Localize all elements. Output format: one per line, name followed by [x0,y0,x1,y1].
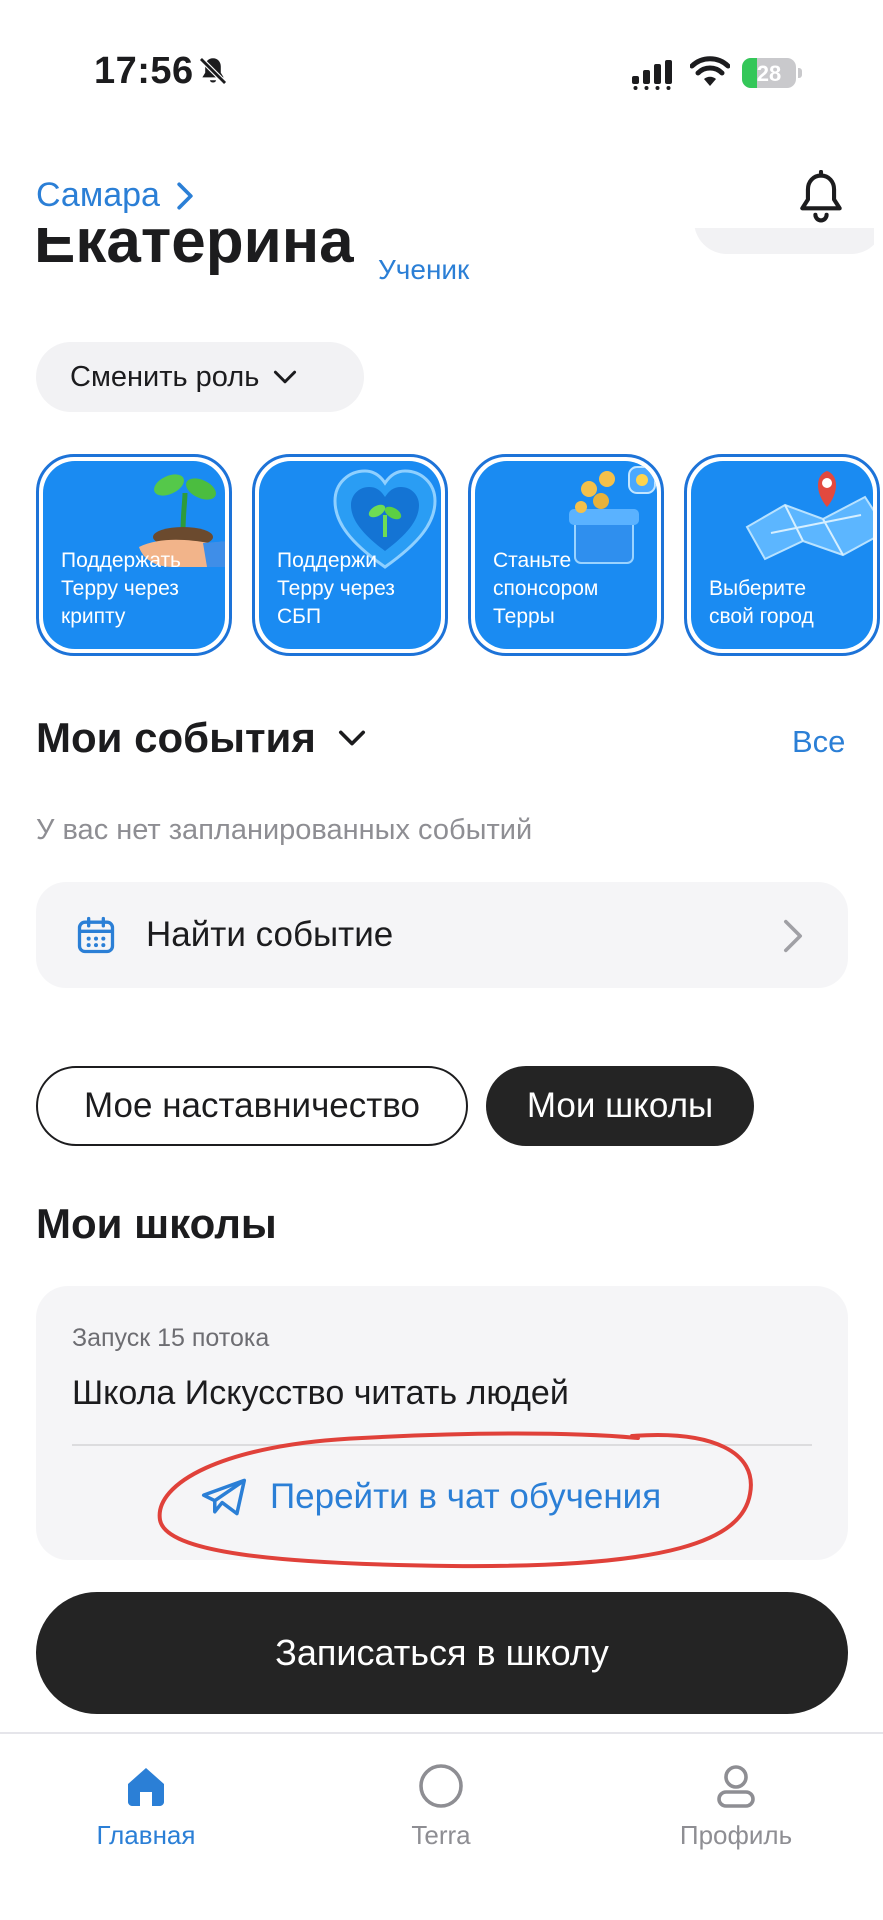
schools-section-title: Мои школы [36,1200,277,1247]
find-event-label: Найти событие [146,915,394,954]
find-event-button[interactable]: Найти событие [36,882,848,988]
promo-card-crypto[interactable]: Поддержать Терру через крипту [36,454,232,656]
promo-card-label: Станьте спонсором Терры [493,549,599,628]
school-name: Школа Искусство читать людей [72,1374,569,1412]
status-time: 17:56 [94,50,194,92]
tab-my-schools[interactable]: Мои школы [486,1066,754,1146]
chevron-down-icon [274,370,297,384]
promo-card-label: Поддержи Терру через СБП [277,549,395,628]
chevron-right-icon [784,919,802,953]
promo-cards-carousel[interactable]: Поддержать Терру через крипту Поддержи Т… [36,454,883,658]
promo-card-sbp[interactable]: Поддержи Терру через СБП [252,454,448,656]
switch-role-button[interactable]: Сменить роль [36,342,364,412]
notification-bell-icon[interactable] [794,170,848,226]
events-title-label: Мои события [36,714,316,761]
battery-percent: 28 [756,61,782,86]
cellular-signal-icon [632,60,672,90]
header-pill-partial [694,228,874,254]
promo-card-label: Поддержать Терру через крипту [61,549,182,628]
calendar-icon [77,916,115,954]
promo-card-label: Выберите свой город [709,577,814,628]
tab-terra-label: Terra [411,1820,471,1850]
school-stream-label: Запуск 15 потока [72,1324,270,1352]
go-to-chat-button[interactable]: Перейти в чат обучения [200,1476,661,1518]
go-to-chat-label: Перейти в чат обучения [270,1477,662,1516]
city-label: Самара [36,176,160,214]
tab-profile-label: Профиль [679,1820,793,1850]
promo-card-sponsor[interactable]: Станьте спонсором Терры [468,454,664,656]
tab-profile[interactable]: Профиль [636,1762,836,1851]
bottom-tab-bar: Главная Terra Профиль [0,1732,883,1920]
tab-terra[interactable]: Terra [341,1762,541,1851]
wifi-icon [690,56,730,86]
school-card[interactable]: Запуск 15 потока Школа Искусство читать … [36,1286,848,1560]
tab-mentoring[interactable]: Мое наставничество [36,1066,468,1146]
user-icon [717,1765,755,1808]
tab-home[interactable]: Главная [46,1762,246,1851]
switch-role-label: Сменить роль [70,360,260,393]
user-name: Екатерина [34,228,354,276]
bell-muted-icon [199,57,227,85]
promo-card-city[interactable]: Выберите свой город [684,454,880,656]
events-all-link[interactable]: Все [792,724,845,760]
user-role-badge: Ученик [378,254,470,285]
city-selector[interactable]: Самара [36,176,196,215]
map-pin-icon [745,471,873,561]
tab-home-label: Главная [96,1820,196,1850]
battery-indicator: 28 [742,58,802,88]
user-name-row: Екатерина Ученик [34,228,874,302]
circle-icon [419,1764,463,1808]
no-events-text: У вас нет запланированных событий [36,814,533,846]
telegram-icon [201,1478,247,1516]
divider [72,1444,812,1446]
home-icon [128,1768,164,1806]
status-bar: 17:56 28 [0,0,883,140]
chevron-down-icon [338,730,365,746]
chevron-right-icon [177,182,193,209]
enroll-school-button[interactable]: Записаться в школу [36,1592,848,1714]
events-section-title[interactable]: Мои события [36,714,366,762]
